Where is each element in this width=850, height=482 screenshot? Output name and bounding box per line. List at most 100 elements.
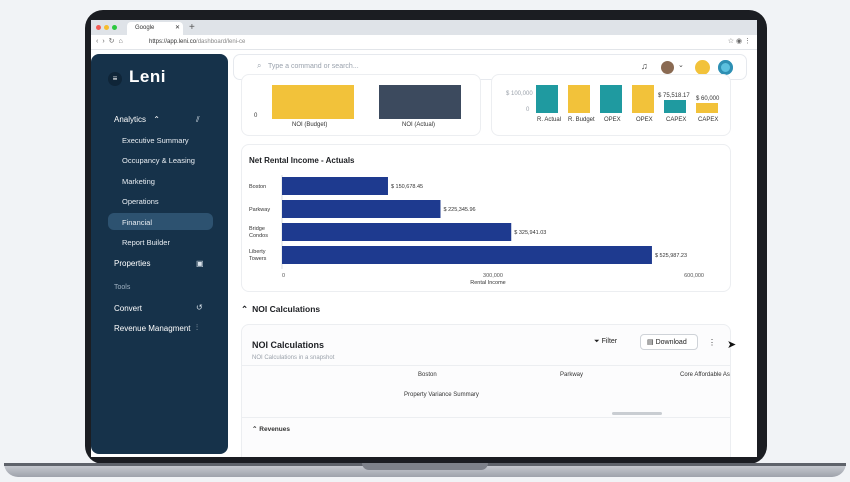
browser-menu-icons[interactable]: ☆ ◉ ⋮ xyxy=(728,35,751,49)
url-host: https://app.leni.co xyxy=(149,39,197,45)
laptop-notch xyxy=(362,463,488,470)
bar-parkway xyxy=(282,200,441,218)
chart-icon: ⫽ xyxy=(196,115,200,124)
label-r-budget: R. Budget xyxy=(568,117,595,123)
value-label-bridge-condos: $ 325,941.03 xyxy=(514,230,546,236)
maximize-window-dot[interactable] xyxy=(112,25,117,30)
bell-icon[interactable]: ♫ xyxy=(641,61,648,71)
browser-tab-bar: Google ✕ + xyxy=(91,20,757,35)
sidebar-item-executive-summary[interactable]: Executive Summary xyxy=(122,136,189,145)
x-tick-label-1: 300,000 xyxy=(483,273,503,279)
category-label-bridge-condos-line1: Bridge xyxy=(249,226,265,232)
minimize-window-dot[interactable] xyxy=(104,25,109,30)
search-input[interactable]: Type a command or search... xyxy=(268,63,359,70)
building-icon: ▣ xyxy=(196,259,204,268)
download-button[interactable]: ▤ Download xyxy=(640,334,698,350)
leni-logo: Leni xyxy=(129,67,166,86)
revenues-divider xyxy=(242,417,730,418)
sidebar-item-financial[interactable]: Financial xyxy=(122,218,152,227)
bar-capex-actual xyxy=(664,100,686,113)
value-label-boston: $ 150,678.45 xyxy=(391,184,423,190)
close-tab-icon[interactable]: ✕ xyxy=(175,22,180,35)
chevron-up-icon: ⌃ xyxy=(241,304,249,314)
category-label-boston: Boston xyxy=(249,184,266,190)
table-scrollbar[interactable] xyxy=(612,412,662,415)
download-label: Download xyxy=(655,339,687,346)
category-label-parkway: Parkway xyxy=(249,207,270,213)
category-label-liberty-towers-line1: Liberty xyxy=(249,249,266,255)
sidebar-section-properties[interactable]: Properties xyxy=(114,259,150,268)
label-noi-budget: NOI (Budget) xyxy=(292,122,328,128)
data-label-capex-actual: $ 75,518.17 xyxy=(658,93,690,99)
x-tick-label-0: 0 xyxy=(282,273,285,279)
data-label-capex-budget: $ 60,000 xyxy=(696,96,720,102)
noi-section-toggle[interactable]: ⌃ NOI Calculations xyxy=(241,304,320,315)
label-r-actual: R. Actual xyxy=(537,117,562,123)
column-header-boston: Boston xyxy=(418,372,437,378)
screen: Google ✕ + ‹›↻⌂ https://app.leni.co/dash… xyxy=(91,20,757,457)
new-tab-icon[interactable]: + xyxy=(189,20,195,35)
document-icon: ▤ xyxy=(647,339,654,346)
bar-boston xyxy=(282,177,388,195)
bar-r-actual xyxy=(536,85,558,113)
filter-button[interactable]: ⏷ Filter xyxy=(594,338,617,346)
label-opex-2: OPEX xyxy=(636,117,653,123)
close-window-dot[interactable] xyxy=(96,25,101,30)
filter-icon: ⏷ xyxy=(594,338,600,345)
sidebar-item-occupancy-leasing[interactable]: Occupancy & Leasing xyxy=(122,156,195,165)
value-label-parkway: $ 225,345.96 xyxy=(443,207,475,213)
variance-card: $ 100,000 0 $ 75,518.17 $ 60,000 R. Actu… xyxy=(491,74,731,136)
noi-calculations-card: NOI Calculations NOI Calculations in a s… xyxy=(241,324,731,457)
sidebar-section-convert[interactable]: Convert xyxy=(114,304,142,313)
sidebar-item-marketing[interactable]: Marketing xyxy=(122,177,155,186)
property-variance-summary: Property Variance Summary xyxy=(404,392,479,398)
menu-toggle-icon[interactable]: ≡ xyxy=(108,72,122,86)
net-rental-income-card: Net Rental Income - Actuals Boston $ 150,… xyxy=(241,144,731,292)
revenues-toggle[interactable]: ⌃ Revenues xyxy=(252,425,290,433)
sidebar-item-report-builder[interactable]: Report Builder xyxy=(122,238,170,247)
category-label-bridge-condos-line2: Condos xyxy=(249,233,268,239)
chevron-up-icon: ⌃ xyxy=(252,426,258,433)
column-header-parkway: Parkway xyxy=(560,372,584,378)
label-capex-2: CAPEX xyxy=(698,117,719,123)
assistant-icon[interactable] xyxy=(718,60,733,75)
more-options-icon[interactable]: ⋮ xyxy=(708,338,716,347)
chevron-up-icon: ⌃ xyxy=(153,115,160,124)
coin-icon[interactable] xyxy=(695,60,710,75)
y-tick-100000: $ 100,000 xyxy=(506,91,533,97)
sidebar-section-analytics[interactable]: Analytics ⌃ xyxy=(114,115,160,124)
sidebar-section-revenue-management[interactable]: Revenue Managment xyxy=(114,324,191,333)
search-icon: ⌕ xyxy=(257,61,262,70)
tab-title: Google xyxy=(135,25,155,31)
sidebar-section-label: Analytics xyxy=(114,115,147,124)
noi-card-title: NOI Calculations xyxy=(252,340,325,350)
browser-nav-icons[interactable]: ‹›↻⌂ xyxy=(96,35,127,49)
mouse-cursor-icon: ➤ xyxy=(727,339,737,351)
category-label-liberty-towers-line2: Towers xyxy=(249,256,267,262)
sidebar-item-operations[interactable]: Operations xyxy=(122,197,159,206)
noi-section-label: NOI Calculations xyxy=(252,304,321,314)
table-header-divider xyxy=(242,365,730,366)
bar-r-budget xyxy=(568,85,590,113)
column-header-core-affordable: Core Affordable As xyxy=(680,372,730,378)
bar-noi-actual xyxy=(379,85,461,119)
tools-label: Tools xyxy=(114,284,131,291)
noi-budget-actual-card: 0 NOI (Budget) NOI (Actual) xyxy=(241,74,481,136)
label-opex-1: OPEX xyxy=(604,117,621,123)
axis-zero-label: 0 xyxy=(254,113,258,119)
url-field[interactable]: https://app.leni.co/dashboard/leni-ce xyxy=(149,37,245,47)
avatar[interactable] xyxy=(661,61,674,74)
x-tick-label-2: 600,000 xyxy=(684,273,704,279)
bar-opex-actual xyxy=(600,85,622,113)
browser-tab[interactable]: Google ✕ xyxy=(127,22,183,35)
filter-label: Filter xyxy=(601,338,618,345)
x-axis-label: Rental Income xyxy=(470,280,505,286)
main-content: 0 NOI (Budget) NOI (Actual) $ 100,000 0 … xyxy=(241,74,739,457)
label-noi-actual: NOI (Actual) xyxy=(402,122,436,128)
chevron-down-icon[interactable]: ⌄ xyxy=(678,61,684,69)
value-label-liberty-towers: $ 525,987.23 xyxy=(655,253,687,259)
noi-card-subtitle: NOI Calculations in a snapshot xyxy=(252,355,335,361)
bar-capex-budget xyxy=(696,103,718,113)
label-capex-1: CAPEX xyxy=(666,117,687,123)
y-tick-0: 0 xyxy=(526,107,530,113)
